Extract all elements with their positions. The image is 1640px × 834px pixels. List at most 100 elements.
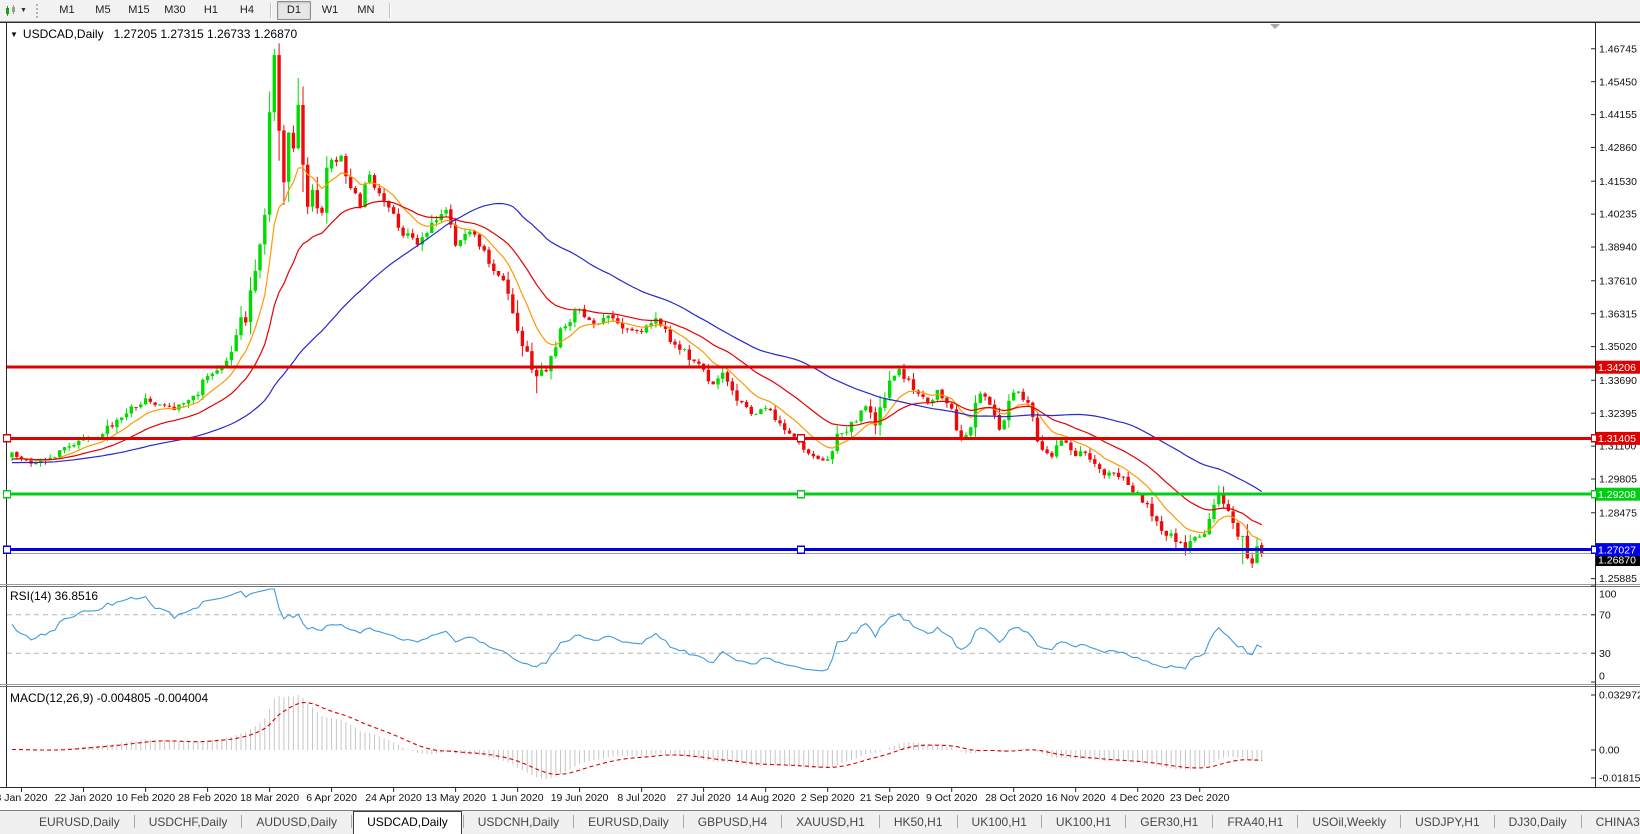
- timeframe-button-m15[interactable]: M15: [122, 1, 156, 20]
- tab-separator: [573, 815, 574, 828]
- tab-separator: [241, 815, 242, 828]
- ma-slow-line: [12, 204, 1262, 492]
- chart-tab-hk50-h1[interactable]: HK50,H1: [881, 812, 956, 834]
- timeframe-button-m5[interactable]: M5: [86, 1, 120, 20]
- ma-fast-line: [12, 168, 1262, 541]
- chart-tab-usoil-weekly[interactable]: USOil,Weekly: [1299, 812, 1399, 834]
- ma-medium-line: [12, 201, 1262, 524]
- svg-text:4 Dec 2020: 4 Dec 2020: [1111, 792, 1165, 804]
- tab-separator: [1041, 815, 1042, 828]
- chart-window-title: ▼ USDCAD,Daily 1.27205 1.27315 1.26733 1…: [10, 27, 297, 41]
- tab-separator: [879, 815, 880, 828]
- svg-text:-0.018154: -0.018154: [1599, 773, 1640, 785]
- chart-tab-eurusd-daily[interactable]: EURUSD,Daily: [575, 812, 682, 834]
- price-axis-badge: 1.29208: [1596, 488, 1640, 501]
- svg-text:28 Oct 2020: 28 Oct 2020: [985, 792, 1042, 804]
- timeframe-button-mn[interactable]: MN: [349, 1, 383, 20]
- chart-tab-usdcad-daily[interactable]: USDCAD,Daily: [353, 811, 462, 834]
- price-axis-badge: 1.31405: [1596, 432, 1640, 445]
- timeframe-button-m30[interactable]: M30: [158, 1, 192, 20]
- chart-tab-xauusd-h1[interactable]: XAUUSD,H1: [783, 812, 878, 834]
- timeframe-button-h4[interactable]: H4: [230, 1, 264, 20]
- timeframe-button-h1[interactable]: H1: [194, 1, 228, 20]
- svg-text:19 Jun 2020: 19 Jun 2020: [551, 792, 609, 804]
- hline-handle[interactable]: [4, 435, 11, 442]
- hline-handle[interactable]: [4, 546, 11, 553]
- svg-text:1.28475: 1.28475: [1599, 507, 1637, 519]
- chart-title-caret-icon[interactable]: ▼: [10, 30, 18, 39]
- tab-separator: [1400, 815, 1401, 828]
- chart-title-symbol: USDCAD,Daily: [23, 27, 104, 41]
- chart-tab-usdcnh-daily[interactable]: USDCNH,Daily: [465, 812, 572, 834]
- svg-text:27 Jul 2020: 27 Jul 2020: [676, 792, 730, 804]
- svg-text:21 Sep 2020: 21 Sep 2020: [860, 792, 920, 804]
- svg-text:30: 30: [1599, 648, 1611, 660]
- toolbar-grip[interactable]: [36, 4, 42, 18]
- svg-text:3 Jan 2020: 3 Jan 2020: [0, 792, 48, 804]
- macd-indicator-label: MACD(12,26,9) -0.004805 -0.004004: [10, 691, 208, 705]
- timeframe-button-w1[interactable]: W1: [313, 1, 347, 20]
- tab-separator: [351, 815, 352, 828]
- svg-text:1.33690: 1.33690: [1599, 375, 1637, 387]
- chart-title-ohlc: 1.27205 1.27315 1.26733 1.26870: [114, 27, 298, 41]
- svg-text:28 Feb 2020: 28 Feb 2020: [178, 792, 237, 804]
- svg-text:22 Jan 2020: 22 Jan 2020: [55, 792, 113, 804]
- timeframe-button-d1[interactable]: D1: [277, 1, 311, 20]
- svg-text:24 Apr 2020: 24 Apr 2020: [365, 792, 422, 804]
- price-axis-labels: 1.467451.454501.441551.428601.415301.402…: [1591, 43, 1637, 585]
- svg-text:8 Jul 2020: 8 Jul 2020: [617, 792, 666, 804]
- svg-text:1.34206: 1.34206: [1598, 362, 1636, 374]
- svg-text:18 Mar 2020: 18 Mar 2020: [240, 792, 299, 804]
- svg-text:1.31405: 1.31405: [1598, 433, 1636, 445]
- tab-separator: [463, 815, 464, 828]
- chart-tab-usdjpy-h1[interactable]: USDJPY,H1: [1402, 812, 1492, 834]
- svg-text:1.42860: 1.42860: [1599, 142, 1637, 154]
- svg-text:10 Feb 2020: 10 Feb 2020: [116, 792, 175, 804]
- chart-tab-ger30-h1[interactable]: GER30,H1: [1127, 812, 1211, 834]
- hline-handle[interactable]: [798, 546, 805, 553]
- chart-tab-gbpusd-h4[interactable]: GBPUSD,H4: [685, 812, 780, 834]
- hline-handle[interactable]: [798, 491, 805, 498]
- rsi-panel: 100 70 30 0: [7, 586, 1617, 683]
- chart-shift-marker-icon[interactable]: [1270, 24, 1280, 29]
- chart-tool-caret-icon[interactable]: ▼: [20, 7, 27, 14]
- svg-text:13 May 2020: 13 May 2020: [425, 792, 486, 804]
- hline-handle[interactable]: [798, 435, 805, 442]
- svg-text:1.29208: 1.29208: [1598, 489, 1636, 501]
- chart-tabs: EURUSD,DailyUSDCHF,DailyAUDUSD,DailyUSDC…: [26, 812, 1640, 834]
- svg-text:1.41530: 1.41530: [1599, 176, 1637, 188]
- chart-tab-fra40-h1[interactable]: FRA40,H1: [1214, 812, 1296, 834]
- svg-text:70: 70: [1599, 609, 1611, 621]
- svg-text:1.35020: 1.35020: [1599, 341, 1637, 353]
- svg-text:0.00: 0.00: [1599, 745, 1620, 757]
- svg-text:100: 100: [1599, 589, 1617, 601]
- hline-handle[interactable]: [4, 491, 11, 498]
- timeframe-buttons: M1M5M15M30H1H4 D1W1MN: [49, 1, 395, 20]
- svg-text:6 Apr 2020: 6 Apr 2020: [306, 792, 357, 804]
- chart-tab-china300-h1[interactable]: CHINA300,H1: [1583, 812, 1640, 834]
- chart-tab-uk100-h1[interactable]: UK100,H1: [959, 812, 1040, 834]
- tab-separator: [1125, 815, 1126, 828]
- chart-tab-dj30-daily[interactable]: DJ30,Daily: [1496, 812, 1580, 834]
- svg-text:14 Aug 2020: 14 Aug 2020: [736, 792, 795, 804]
- svg-text:1.45450: 1.45450: [1599, 76, 1637, 88]
- tab-separator: [957, 815, 958, 828]
- svg-text:1 Jun 2020: 1 Jun 2020: [492, 792, 544, 804]
- chart-area[interactable]: 1.467451.454501.441551.428601.415301.402…: [0, 0, 1640, 834]
- macd-panel: 0.0329720.00-0.018154: [12, 690, 1640, 785]
- chart-tab-uk100-h1[interactable]: UK100,H1: [1043, 812, 1124, 834]
- timeframe-toolbar: ▼ M1M5M15M30H1H4 D1W1MN: [0, 0, 1640, 22]
- chart-tab-usdchf-daily[interactable]: USDCHF,Daily: [136, 812, 241, 834]
- chart-tab-audusd-daily[interactable]: AUDUSD,Daily: [243, 812, 350, 834]
- mt4-application: 1.467451.454501.441551.428601.415301.402…: [0, 0, 1640, 834]
- macd-histogram: [12, 695, 1262, 779]
- svg-text:1.27027: 1.27027: [1598, 544, 1636, 556]
- timeframe-button-m1[interactable]: M1: [50, 1, 84, 20]
- chart-tool-button[interactable]: ▼: [4, 4, 30, 18]
- svg-text:2 Sep 2020: 2 Sep 2020: [801, 792, 855, 804]
- svg-text:0: 0: [1599, 671, 1605, 683]
- chart-tab-eurusd-daily[interactable]: EURUSD,Daily: [26, 812, 133, 834]
- chart-window-frame: [0, 22, 1640, 788]
- price-axis-badge: 1.34206: [1596, 361, 1640, 374]
- svg-text:1.40235: 1.40235: [1599, 209, 1637, 221]
